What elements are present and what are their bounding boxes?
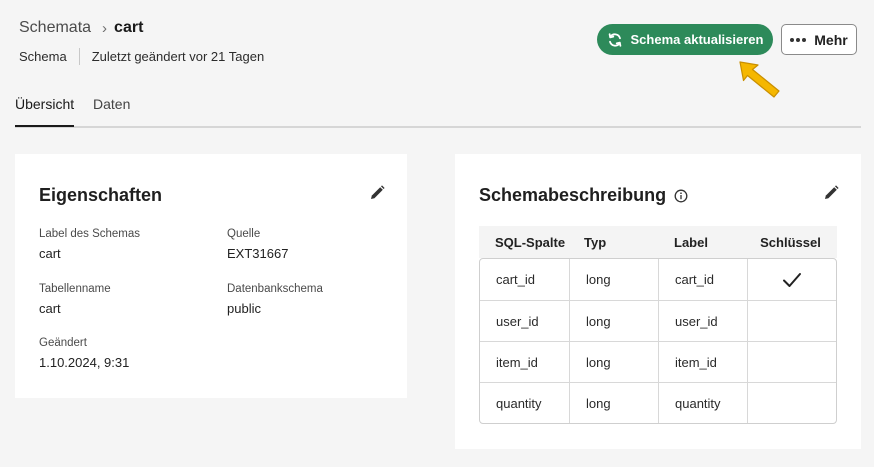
prop-value: 1.10.2024, 9:31 [39, 355, 130, 370]
column-header-label[interactable]: Label [657, 235, 746, 250]
column-header-sql[interactable]: SQL-Spalte [479, 235, 568, 250]
breadcrumb-current: cart [114, 19, 144, 36]
prop-label: Datenbankschema [227, 283, 323, 295]
schema-type-label: Schema [19, 49, 67, 64]
tab-data[interactable]: Daten [93, 96, 130, 112]
cell-label: cart_id [658, 259, 747, 300]
cell-type: long [569, 383, 658, 423]
prop-label: Label des Schemas [39, 228, 141, 240]
meta-divider [78, 48, 80, 65]
cell-sql: item_id [496, 354, 538, 370]
column-header-key[interactable]: Schlüssel [746, 235, 835, 250]
prop-label: Quelle [227, 228, 261, 240]
cell-label: quantity [658, 383, 747, 423]
prop-value: public [227, 301, 261, 316]
cell-type: long [569, 301, 658, 341]
cell-sql: quantity [496, 395, 542, 411]
table-body: cart_id long cart_id user_id long user_i… [479, 258, 837, 424]
schema-description-title: Schemabeschreibung [479, 185, 667, 205]
table-row[interactable]: item_id long item_id [480, 341, 836, 382]
tab-bar: Übersicht Daten [15, 96, 861, 128]
properties-title: Eigenschaften [39, 185, 163, 205]
edit-properties-pencil-icon[interactable] [368, 184, 386, 202]
schema-meta: Schema Zuletzt geändert vor 21 Tagen [19, 48, 264, 65]
last-modified-text: Zuletzt geändert vor 21 Tagen [91, 49, 265, 64]
cell-type: long [569, 342, 658, 382]
cell-type: long [569, 259, 658, 300]
table-header: SQL-Spalte Typ Label Schlüssel [479, 226, 837, 258]
prop-db-schema: Datenbankschema public [227, 283, 323, 316]
more-label: Mehr [814, 31, 848, 48]
page-header: Schemata › cart Schema Zuletzt geändert … [19, 18, 264, 65]
prop-label: Geändert [39, 337, 87, 349]
cell-label: item_id [658, 342, 747, 382]
refresh-schema-button[interactable]: Schema aktualisieren [597, 24, 773, 55]
table-row[interactable]: quantity long quantity [480, 382, 836, 423]
prop-modified: Geändert 1.10.2024, 9:31 [39, 337, 129, 370]
cell-sql: cart_id [496, 272, 536, 287]
properties-card: Eigenschaften Label des Schemas cart Que… [15, 154, 407, 398]
info-icon[interactable] [674, 189, 688, 203]
refresh-schema-label: Schema aktualisieren [630, 32, 764, 47]
cell-key [747, 342, 836, 382]
refresh-icon [608, 32, 621, 47]
prop-source: Quelle EXT31667 [227, 228, 288, 261]
breadcrumb: Schemata › cart [19, 18, 264, 38]
breadcrumb-schemata-link[interactable]: Schemata [19, 19, 91, 37]
cell-key [747, 259, 836, 300]
tab-overview[interactable]: Übersicht [15, 96, 75, 127]
prop-schema-label: Label des Schemas cart [39, 228, 140, 261]
schema-description-card: Schemabeschreibung SQL-Spalte Typ Label … [455, 154, 861, 449]
checkmark-icon [783, 272, 801, 287]
cell-key [747, 383, 836, 423]
cell-key [747, 301, 836, 341]
cell-label: user_id [658, 301, 747, 341]
breadcrumb-separator: › [102, 19, 108, 37]
prop-value: cart [39, 301, 61, 316]
schema-description-header: Schemabeschreibung [479, 185, 688, 206]
prop-label: Tabellenname [39, 283, 111, 295]
table-row[interactable]: cart_id long cart_id [480, 259, 836, 300]
table-row[interactable]: user_id long user_id [480, 300, 836, 341]
column-header-type[interactable]: Typ [568, 235, 657, 250]
prop-value: EXT31667 [227, 246, 289, 261]
cell-sql: user_id [496, 313, 539, 329]
prop-table-name: Tabellenname cart [39, 283, 111, 316]
prop-value: cart [39, 246, 61, 261]
more-dots-icon [790, 37, 807, 42]
more-button[interactable]: Mehr [781, 24, 857, 55]
schema-table: SQL-Spalte Typ Label Schlüssel cart_id l… [479, 226, 837, 424]
edit-schema-pencil-icon[interactable] [822, 184, 840, 202]
